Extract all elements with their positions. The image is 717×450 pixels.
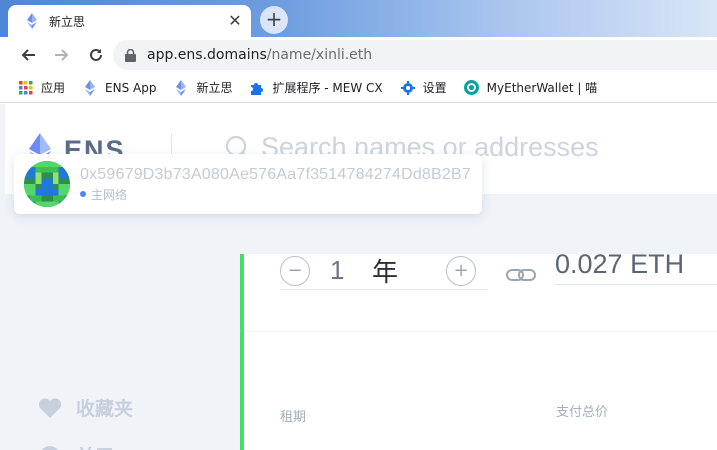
account-info: 0x59679D3b73A080Ae576Aa7f3514784274Dd8B2… [80, 166, 471, 203]
card-accent-bar [240, 254, 244, 450]
bookmark-label: 应用 [41, 81, 66, 95]
registration-card [244, 332, 717, 450]
bookmark-label: ENS App [105, 80, 157, 95]
bookmark-ens-app[interactable]: ENS App [82, 79, 157, 96]
account-card[interactable]: 0x59679D3b73A080Ae576Aa7f3514784274Dd8B2… [14, 154, 482, 214]
browser-tab[interactable]: 新立思 ✕ [8, 5, 251, 37]
registration-years-control: − 1 年 + [280, 252, 488, 290]
browser-tabstrip: 新立思 ✕ + [0, 0, 717, 37]
network-name: 主网络 [91, 187, 128, 202]
ens-page: ENS Search names or addresses 收藏夹 关于 − 1… [0, 104, 717, 450]
apps-grid-icon [18, 80, 34, 96]
bookmark-mew-cx[interactable]: 扩展程序 - MEW CX [249, 79, 383, 96]
ens-icon [24, 13, 40, 29]
close-icon[interactable]: ✕ [225, 11, 245, 31]
increase-years-button[interactable]: + [446, 255, 476, 286]
account-address: 0x59679D3b73A080Ae576Aa7f3514784274Dd8B2… [80, 165, 471, 183]
bookmark-apps[interactable]: 应用 [18, 79, 65, 96]
address-bar[interactable]: app.ens.domains/name/xinli.eth [113, 40, 717, 70]
bookmark-label: 设置 [422, 81, 447, 95]
forward-arrow-icon [55, 49, 69, 61]
network-status-dot [80, 191, 86, 197]
back-button[interactable] [13, 40, 43, 70]
puzzle-icon [249, 80, 265, 96]
bookmark-label: 扩展程序 - MEW CX [272, 81, 383, 95]
tab-title: 新立思 [49, 14, 86, 29]
years-value[interactable]: 1 [330, 255, 358, 286]
years-unit: 年 [372, 258, 399, 288]
ens-icon [173, 79, 189, 96]
link-icon [506, 269, 536, 281]
bookmark-xinlisi[interactable]: 新立思 [173, 79, 232, 96]
price-label: 支付总价 [556, 405, 609, 420]
years-label: 租期 [280, 410, 307, 425]
url-host: app.ens.domains [147, 47, 267, 63]
sidebar-item-label: 收藏夹 [76, 398, 134, 420]
url-path: /name/xinli.eth [266, 47, 373, 63]
decrease-years-button[interactable]: − [280, 255, 310, 286]
reload-icon [90, 48, 102, 61]
browser-toolbar: app.ens.domains/name/xinli.eth [0, 37, 717, 73]
total-price: 0.027 ETH [555, 249, 717, 285]
gear-icon [400, 80, 416, 96]
heart-icon [38, 397, 62, 418]
avatar [24, 161, 70, 207]
ens-icon [82, 79, 98, 96]
forward-button[interactable] [47, 40, 77, 70]
bookmarks-bar: 应用 ENS App 新立思 扩展程序 - MEW CX 设置 MyEtherW… [0, 73, 717, 103]
reload-button[interactable] [81, 40, 111, 70]
bookmark-myetherwallet[interactable]: MyEtherWallet | 喵 [464, 79, 598, 96]
lock-icon[interactable] [125, 48, 139, 62]
info-icon [41, 445, 59, 450]
sidebar-item-about[interactable]: 关于 [38, 442, 114, 450]
bookmark-label: 新立思 [196, 81, 233, 95]
new-tab-button[interactable]: + [260, 6, 288, 34]
sidebar-item-label: 关于 [76, 442, 114, 450]
mew-icon [464, 80, 480, 96]
sidebar-item-favorites[interactable]: 收藏夹 [38, 394, 133, 421]
bookmark-settings[interactable]: 设置 [400, 79, 447, 96]
bookmark-label: MyEtherWallet | 喵 [486, 81, 598, 95]
back-arrow-icon [21, 49, 35, 61]
network-indicator: 主网络 [80, 186, 471, 203]
